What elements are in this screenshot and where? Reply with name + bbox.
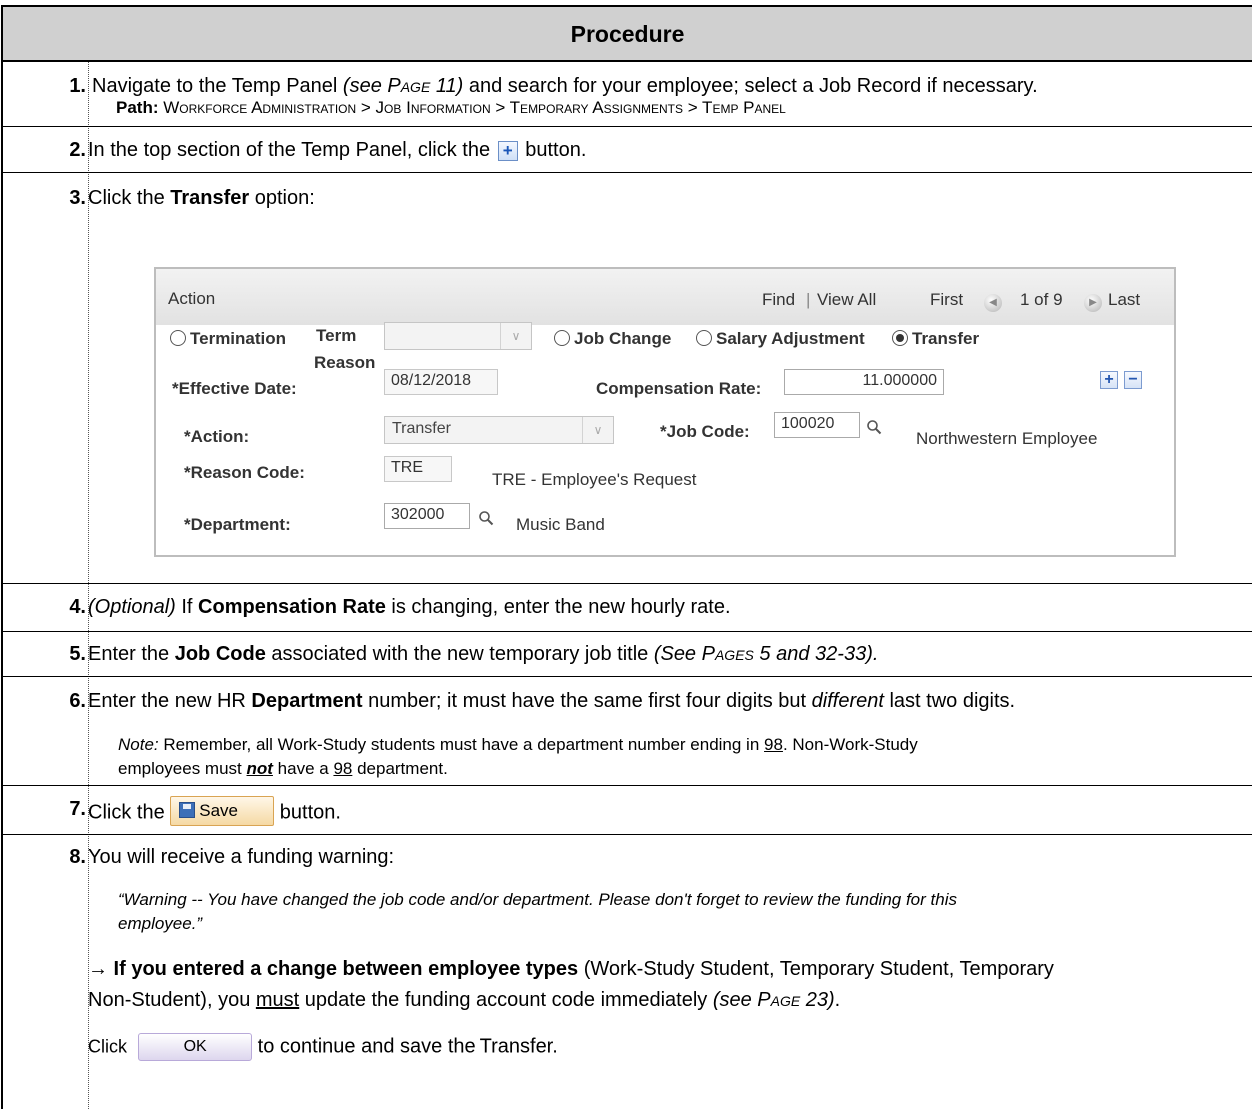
job-code-description: Northwestern Employee — [916, 429, 1098, 448]
job-code-field[interactable]: 100020 — [774, 412, 860, 438]
term-reason-label-2: Reason — [314, 353, 376, 372]
floppy-disk-icon — [179, 802, 196, 818]
step-8-text: You will receive a funding warning: — [88, 846, 395, 868]
chevron-down-icon: ∨ — [582, 417, 613, 443]
next-row-icon[interactable]: ▶ — [1084, 287, 1102, 312]
effective-date-label: *Effective Date: — [172, 379, 297, 398]
search-icon[interactable] — [866, 419, 882, 435]
action-dropdown[interactable]: Transfer ∨ — [384, 416, 614, 444]
last-link[interactable]: Last — [1108, 290, 1140, 310]
row-divider — [3, 785, 1252, 786]
menu-path: Workforce Administration > Job Informati… — [163, 98, 786, 117]
radio-icon — [696, 330, 712, 346]
row-divider — [3, 583, 1252, 584]
step-8-note-line-2: Non-Student), you must update the fundin… — [88, 989, 841, 1011]
delete-row-button[interactable]: − — [1124, 371, 1142, 389]
step-1-text: Navigate to the Temp Panel (see Page 11)… — [92, 75, 1038, 97]
row-divider — [3, 126, 1252, 127]
procedure-table — [1, 5, 1252, 1109]
procedure-page: Procedure 1. Navigate to the Temp Panel … — [0, 0, 1252, 1109]
add-row-button[interactable]: + — [1100, 371, 1118, 389]
row-divider — [3, 172, 1252, 173]
job-change-radio[interactable]: Job Change — [554, 329, 671, 349]
step-number: 6. — [69, 690, 86, 712]
add-row-icon: + — [497, 140, 518, 161]
first-link[interactable]: First — [930, 290, 963, 310]
panel-title: Action — [168, 289, 216, 308]
compensation-rate-label: Compensation Rate: — [596, 379, 762, 398]
step-2-text: In the top section of the Temp Panel, cl… — [88, 139, 587, 161]
column-divider — [88, 62, 89, 1109]
reason-code-label: *Reason Code: — [184, 463, 305, 482]
warning-quote-line-2: employee.” — [118, 914, 203, 933]
step-6-note-line-2: employees must not have a 98 department. — [118, 759, 448, 778]
step-number: 5. — [69, 643, 86, 665]
department-field[interactable]: 302000 — [384, 503, 470, 529]
step-number: 7. — [69, 798, 86, 820]
search-icon[interactable] — [478, 510, 494, 526]
reason-code-description: TRE - Employee's Request — [492, 470, 697, 489]
link-separator: | — [806, 290, 811, 309]
row-count: 1 of 9 — [1020, 290, 1063, 309]
effective-date-field[interactable]: 08/12/2018 — [384, 369, 498, 395]
radio-icon — [554, 330, 570, 346]
action-panel-screenshot: Action Find | View All First ◀ 1 of 9 ▶ … — [154, 267, 1176, 557]
step-number: 1. — [69, 75, 86, 97]
termination-radio[interactable]: Termination — [170, 329, 286, 349]
table-title: Procedure — [570, 21, 685, 47]
term-reason-label-1: Term — [316, 326, 357, 345]
table-header: Procedure — [1, 5, 1252, 62]
ok-button: OK — [138, 1033, 253, 1061]
step-5-text: Enter the Job Code associated with the n… — [88, 643, 879, 665]
view-all-link[interactable]: View All — [817, 290, 876, 310]
previous-row-icon[interactable]: ◀ — [984, 287, 1002, 312]
find-link[interactable]: Find — [762, 290, 795, 310]
step-1-path: Path: Workforce Administration > Job Inf… — [116, 98, 786, 117]
compensation-rate-field[interactable]: 11.000000 — [784, 369, 944, 395]
step-6-note-line-1: Note: Remember, all Work-Study students … — [118, 735, 918, 754]
step-8-click-line: Click OK to continue and save the Transf… — [88, 1033, 558, 1061]
action-label: *Action: — [184, 427, 250, 446]
step-4-text: (Optional) If Compensation Rate is chang… — [88, 596, 731, 618]
radio-selected-icon — [892, 330, 908, 346]
step-7-text: Click the Save button. — [88, 796, 341, 828]
job-code-label: *Job Code: — [660, 422, 750, 441]
arrow-right-icon: → — [88, 958, 108, 980]
step-number: 2. — [69, 139, 86, 161]
row-divider — [3, 631, 1252, 632]
step-8-note-line-1: → If you entered a change between employ… — [88, 958, 1054, 980]
term-reason-dropdown[interactable]: ∨ — [384, 322, 532, 350]
transfer-radio[interactable]: Transfer — [892, 329, 979, 349]
row-divider — [3, 676, 1252, 677]
department-description: Music Band — [516, 515, 605, 534]
step-number: 3. — [69, 187, 86, 209]
reason-code-field[interactable]: TRE — [384, 456, 452, 482]
step-number: 4. — [69, 596, 86, 618]
radio-icon — [170, 330, 186, 346]
row-divider — [3, 834, 1252, 835]
step-number: 8. — [69, 846, 86, 868]
chevron-down-icon: ∨ — [500, 323, 531, 349]
save-button: Save — [170, 796, 275, 826]
department-label: *Department: — [184, 515, 291, 534]
step-6-text: Enter the new HR Department number; it m… — [88, 690, 1016, 712]
warning-quote-line-1: “Warning -- You have changed the job cod… — [118, 890, 957, 909]
salary-adjustment-radio[interactable]: Salary Adjustment — [696, 329, 865, 349]
step-3-text: Click the Transfer option: — [88, 187, 315, 209]
